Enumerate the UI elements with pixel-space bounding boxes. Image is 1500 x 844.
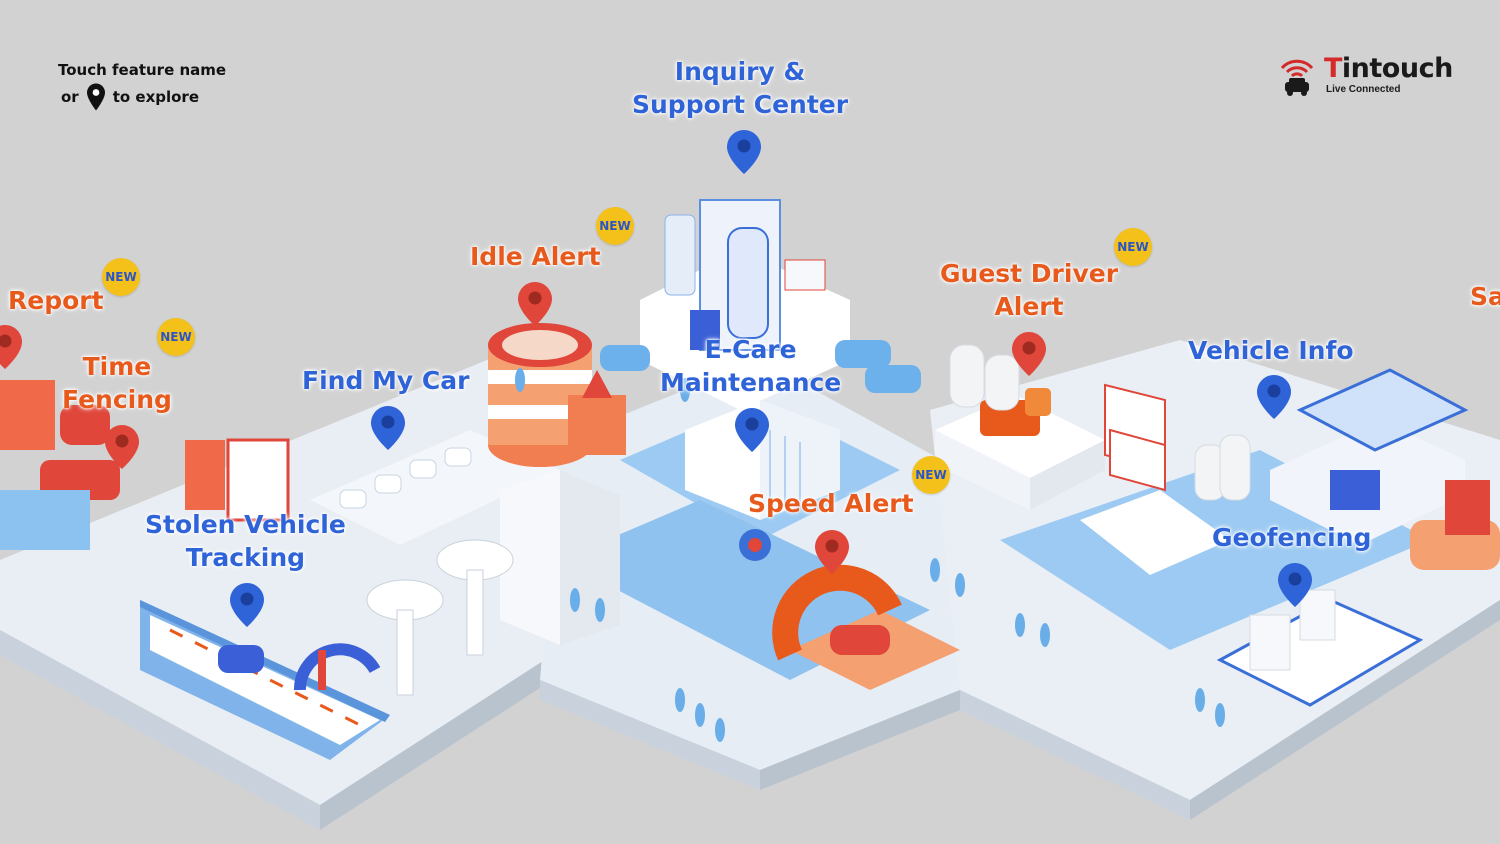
feature-idle-alert[interactable]: Idle Alert [470,240,601,273]
car-signal-icon [1280,59,1314,96]
hint-line-1: Touch feature name [58,61,227,79]
feature-report[interactable]: Report [8,284,104,317]
hint-line-2: or to explore [58,82,226,112]
new-badge-time-fencing: NEW [157,318,195,356]
brand-name: Tintouch [1324,53,1453,84]
feature-inquiry-line: Inquiry & Support Center [632,57,849,119]
vehicle-info-sign [1104,383,1166,492]
feature-find-my-car[interactable]: Find My Car [302,364,469,397]
new-badge-speed-alert: NEW [912,456,950,494]
brand-logo: Tintouch Live Connected [1278,54,1453,98]
map-pin-icon [86,83,105,111]
map-pin-ecare-icon[interactable] [735,408,769,452]
idle-alert-tower [488,323,626,467]
feature-geofencing[interactable]: Geofencing [1212,521,1371,554]
feature-guest-driver-alert[interactable]: Guest Driver Alert [940,257,1118,323]
feature-inquiry-support[interactable]: Inquiry & Support Center [632,55,848,121]
hint-to-explore: to explore [112,88,200,106]
feature-partial-right[interactable]: Sa [1470,280,1500,313]
map-pin-find-my-car-icon[interactable] [371,406,405,450]
feature-speed-alert[interactable]: Speed Alert [748,487,914,520]
new-badge-guest-driver: NEW [1114,228,1152,266]
feature-vehicle-info[interactable]: Vehicle Info [1188,334,1354,367]
map-pin-vehicle-info-icon[interactable] [1257,375,1291,419]
new-badge-report: NEW [102,258,140,296]
map-pin-stolen-vehicle-icon[interactable] [230,583,264,627]
map-pin-idle-alert-icon[interactable] [518,282,552,326]
feature-ecare-maintenance[interactable]: E-Care Maintenance [660,333,841,399]
map-pin-report-icon[interactable] [0,325,22,369]
map-pin-time-fencing-icon[interactable] [105,425,139,469]
map-pin-inquiry-icon[interactable] [727,130,761,174]
map-pin-speed-alert-icon[interactable] [815,530,849,574]
feature-stolen-vehicle-tracking[interactable]: Stolen Vehicle Tracking [145,508,346,574]
feature-time-fencing[interactable]: Time Fencing [62,350,172,416]
explore-hint: Touch feature name or to explore [58,58,226,112]
brand-tagline: Live Connected [1326,84,1401,95]
map-pin-geofencing-icon[interactable] [1278,563,1312,607]
map-pin-guest-driver-icon[interactable] [1012,332,1046,376]
new-badge-idle-alert: NEW [596,207,634,245]
hint-or: or [61,88,79,106]
